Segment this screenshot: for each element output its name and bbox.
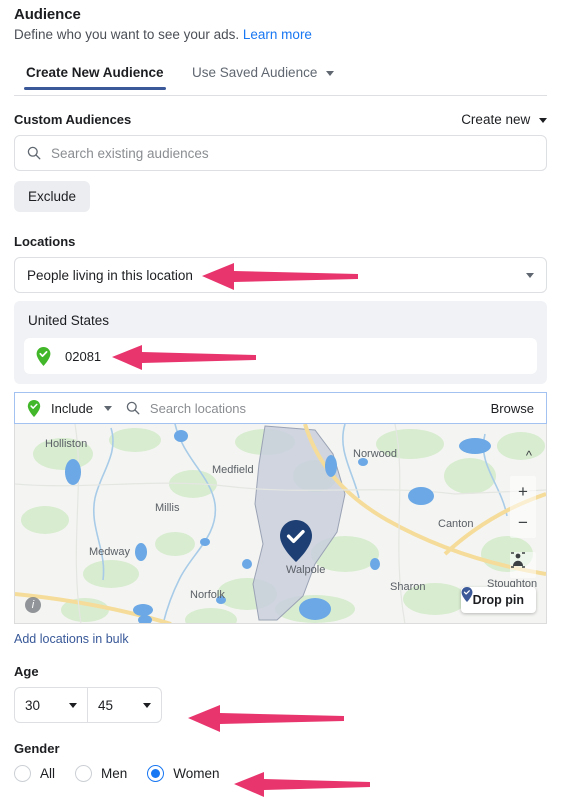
tab-create-new-audience[interactable]: Create New Audience <box>14 65 176 90</box>
gender-options: All Men Women <box>14 765 547 782</box>
drop-pin-button[interactable]: Drop pin <box>460 587 536 613</box>
exclude-button[interactable]: Exclude <box>14 181 91 212</box>
tab-use-saved-audience[interactable]: Use Saved Audience <box>180 65 346 89</box>
create-new-label: Create new <box>461 112 531 127</box>
custom-audiences-header: Custom Audiences Create new <box>14 112 547 127</box>
custom-audiences-label: Custom Audiences <box>14 112 132 127</box>
chevron-down-icon <box>326 70 335 76</box>
age-max-select[interactable]: 45 <box>88 687 162 723</box>
map-chevron-up-icon: ^ <box>525 448 532 463</box>
audience-panel: Audience Define who you want to see your… <box>0 0 561 800</box>
map-zoom-out-button[interactable]: − <box>510 507 536 538</box>
location-entry-02081[interactable]: 02081 <box>24 338 537 374</box>
gender-label: Gender <box>14 741 60 756</box>
add-locations-in-bulk-link[interactable]: Add locations in bulk <box>14 632 547 646</box>
include-exclude-select[interactable]: Include <box>51 401 93 416</box>
page-subtitle: Define who you want to see your ads. Lea… <box>14 23 547 42</box>
radio-women[interactable] <box>147 765 165 782</box>
create-new-audience-button[interactable]: Create new <box>461 112 547 127</box>
audience-tabs: Create New Audience Use Saved Audience <box>14 64 547 96</box>
search-existing-audiences-placeholder: Search existing audiences <box>51 145 209 161</box>
search-locations-input[interactable]: Search locations <box>150 401 246 416</box>
search-existing-audiences-input[interactable]: Search existing audiences <box>14 135 547 171</box>
selected-locations-box: United States 02081 <box>14 301 547 384</box>
chevron-down-icon <box>526 272 534 278</box>
locations-label: Locations <box>14 234 76 249</box>
info-icon[interactable]: i <box>25 597 41 613</box>
browse-locations-button[interactable]: Browse <box>491 401 534 416</box>
gender-option-all-label: All <box>40 766 56 781</box>
learn-more-link[interactable]: Learn more <box>243 27 312 42</box>
locations-map[interactable]: Holliston Medfield Norwood Millis Canton… <box>14 424 547 624</box>
street-view-icon[interactable] <box>510 552 536 578</box>
chevron-down-icon <box>143 702 151 708</box>
location-type-select[interactable]: People living in this location <box>14 257 547 293</box>
chevron-down-icon <box>103 405 112 411</box>
location-country-label: United States <box>28 313 110 328</box>
arrow-age <box>188 705 344 732</box>
page-title: Audience <box>14 6 81 23</box>
map-selected-marker-icon[interactable] <box>280 520 312 562</box>
tab-create-new-audience-label: Create New Audience <box>26 65 164 80</box>
tab-use-saved-audience-label: Use Saved Audience <box>192 65 318 80</box>
gender-option-women-label: Women <box>173 766 220 781</box>
age-label: Age <box>14 664 39 679</box>
location-search-bar: Include Search locations Browse <box>14 392 547 424</box>
map-zoom-in-button[interactable]: + <box>510 476 536 507</box>
location-type-value: People living in this location <box>27 267 193 283</box>
gender-option-all[interactable]: All <box>14 765 69 782</box>
radio-men[interactable] <box>75 765 93 782</box>
location-pin-icon <box>36 346 51 366</box>
include-pin-icon <box>27 399 41 417</box>
radio-all[interactable] <box>14 765 31 782</box>
age-max-value: 45 <box>98 697 114 713</box>
gender-option-men-label: Men <box>101 766 128 781</box>
chevron-down-icon <box>69 702 77 708</box>
age-min-value: 30 <box>25 697 41 713</box>
location-entry-label: 02081 <box>65 348 102 364</box>
search-icon <box>126 401 140 415</box>
chevron-down-icon <box>539 117 547 123</box>
gender-option-women[interactable]: Women <box>147 765 233 782</box>
subtitle-text: Define who you want to see your ads. <box>14 27 240 42</box>
map-zoom-controls[interactable]: + − <box>510 476 536 538</box>
gender-option-men[interactable]: Men <box>75 765 141 782</box>
age-min-select[interactable]: 30 <box>14 687 88 723</box>
exclude-row: Exclude <box>14 181 547 212</box>
drop-pin-icon <box>461 587 473 602</box>
age-range-group: 30 45 <box>14 687 162 723</box>
search-icon <box>27 146 41 160</box>
drop-pin-label: Drop pin <box>472 593 524 607</box>
